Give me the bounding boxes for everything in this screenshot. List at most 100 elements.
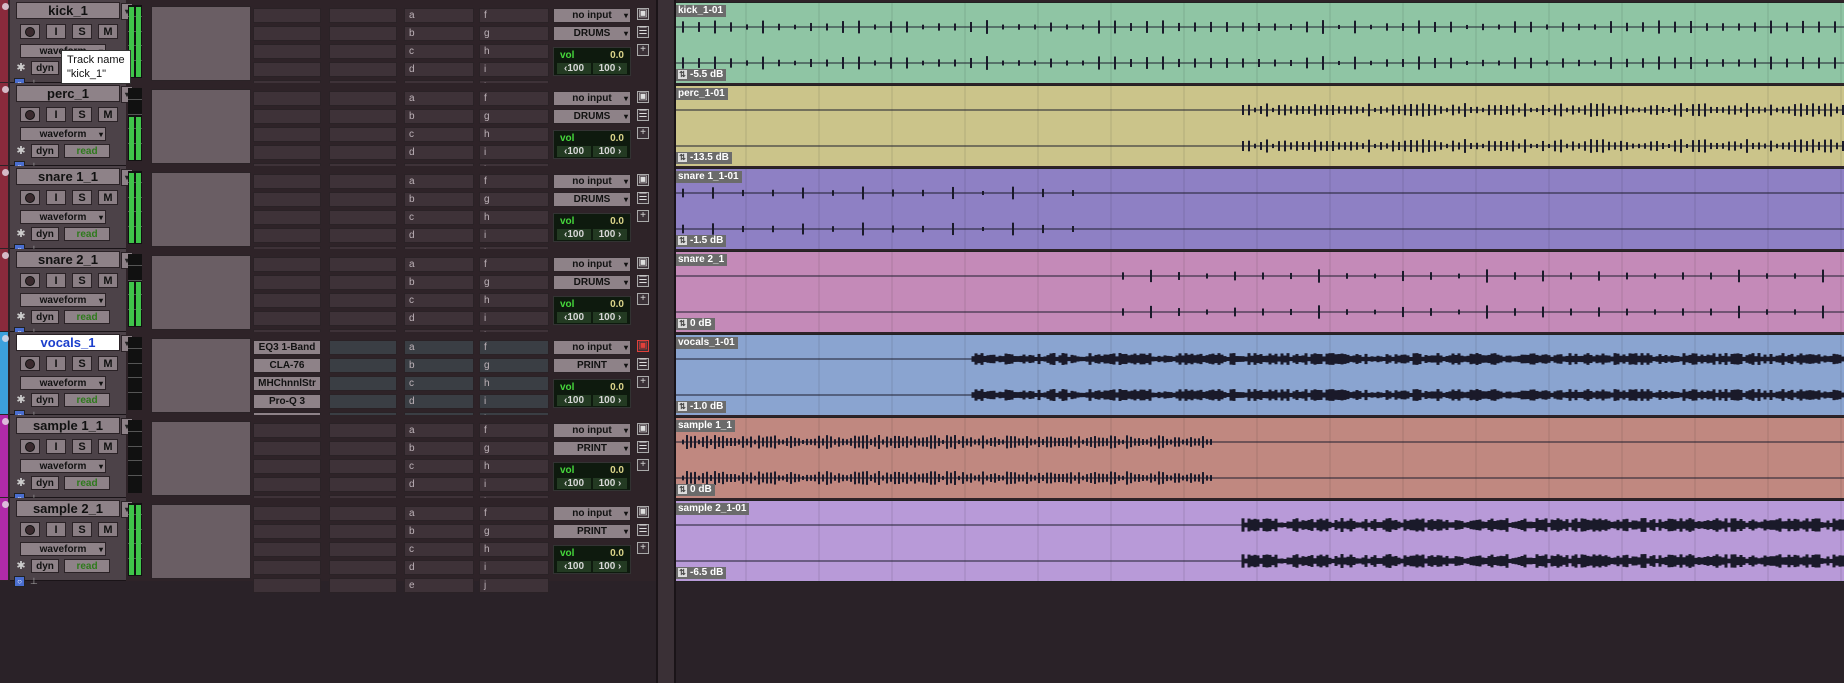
clip-gain[interactable]: ⇅ -13.5 dB [675, 152, 732, 164]
record-enable-button[interactable] [20, 522, 40, 537]
insert-slot[interactable] [253, 145, 321, 160]
clip-gain[interactable]: ⇅ -1.0 dB [675, 401, 727, 413]
send-b-slot[interactable]: d [404, 62, 474, 77]
insert-slot[interactable]: Pro-Q 3 [253, 394, 321, 409]
volume-value[interactable]: 0.0 [610, 465, 624, 476]
track-view-selector[interactable]: waveform ▾ [20, 542, 106, 556]
volume-pan-box[interactable]: vol 0.0 ‹100 100 › [553, 47, 631, 76]
solo-button[interactable]: S [72, 190, 92, 205]
pan-left-value[interactable]: ‹100 [557, 395, 591, 406]
pan-right-value[interactable]: 100 › [593, 478, 627, 489]
record-enable-button[interactable] [20, 107, 40, 122]
volume-value[interactable]: 0.0 [610, 216, 624, 227]
insert-slot[interactable]: MHChnnlStr [253, 376, 321, 391]
send-a-slot[interactable] [329, 459, 397, 474]
insert-slot[interactable] [253, 26, 321, 41]
insert-slot[interactable] [253, 506, 321, 521]
send-c-slot[interactable]: h [479, 293, 549, 308]
output-selector[interactable]: DRUMS ▾ [553, 192, 631, 207]
send-c-slot[interactable]: f [479, 8, 549, 23]
insert-slot[interactable] [253, 8, 321, 23]
elastic-audio-button[interactable]: dyn [31, 227, 59, 241]
send-b-slot[interactable]: b [404, 358, 474, 373]
send-a-slot[interactable] [329, 192, 397, 207]
record-enable-button[interactable] [20, 439, 40, 454]
send-a-slot[interactable] [329, 477, 397, 492]
comments-icon[interactable]: ☰ [637, 26, 649, 38]
send-b-slot[interactable]: a [404, 340, 474, 355]
send-b-slot[interactable]: d [404, 394, 474, 409]
input-selector[interactable]: no input ▾ [553, 340, 631, 355]
send-a-slot[interactable] [329, 293, 397, 308]
output-selector[interactable]: PRINT ▾ [553, 524, 631, 539]
track-select-dot[interactable] [2, 335, 9, 342]
track-view-selector[interactable]: waveform ▾ [20, 210, 106, 224]
send-c-slot[interactable]: f [479, 91, 549, 106]
insert-slot[interactable] [253, 62, 321, 77]
input-selector[interactable]: no input ▾ [553, 257, 631, 272]
audio-region[interactable]: snare 2_1 ⇅ 0 dB [673, 251, 1844, 333]
send-a-slot[interactable] [329, 26, 397, 41]
insert-slot[interactable] [253, 91, 321, 106]
track-name-field[interactable]: snare 1_1 ▾ [16, 168, 133, 186]
track-name-field[interactable]: sample 2_1 ▾ [16, 500, 133, 518]
clip-gain[interactable]: ⇅ -5.5 dB [675, 69, 727, 81]
volume-value[interactable]: 0.0 [610, 133, 624, 144]
input-monitor-icon[interactable]: ▣ [637, 174, 649, 186]
send-c-slot[interactable]: h [479, 376, 549, 391]
insert-slot[interactable] [253, 174, 321, 189]
solo-button[interactable]: S [72, 439, 92, 454]
track-view-selector[interactable]: waveform ▾ [20, 376, 106, 390]
send-c-slot[interactable]: h [479, 44, 549, 59]
mute-button[interactable]: M [98, 356, 118, 371]
insert-slot[interactable] [253, 228, 321, 243]
automation-mode-selector[interactable]: read [64, 393, 110, 407]
insert-slot[interactable] [253, 423, 321, 438]
insert-slot[interactable] [253, 293, 321, 308]
plus-icon[interactable]: + [637, 376, 649, 388]
insert-slot[interactable] [253, 257, 321, 272]
audio-region[interactable]: sample 2_1-01 ⇅ -6.5 dB [673, 500, 1844, 582]
pan-left-value[interactable]: ‹100 [557, 478, 591, 489]
track-comments-pane[interactable] [151, 89, 251, 164]
send-a-slot[interactable] [329, 109, 397, 124]
send-b-slot[interactable]: a [404, 423, 474, 438]
send-c-slot[interactable]: i [479, 62, 549, 77]
record-enable-button[interactable] [20, 24, 40, 39]
plus-icon[interactable]: + [637, 127, 649, 139]
send-b-slot[interactable]: d [404, 145, 474, 160]
timebase-icon[interactable]: ○ [14, 576, 25, 587]
track-view-selector[interactable]: waveform ▾ [20, 127, 106, 141]
send-a-slot[interactable] [329, 542, 397, 557]
send-a-slot[interactable] [329, 340, 397, 355]
pan-left-value[interactable]: ‹100 [557, 63, 591, 74]
elastic-audio-button[interactable]: dyn [31, 61, 59, 75]
send-b-slot[interactable]: d [404, 311, 474, 326]
edit-window-divider[interactable] [656, 0, 676, 683]
track-select-dot[interactable] [2, 501, 9, 508]
record-enable-button[interactable] [20, 356, 40, 371]
input-monitor-icon[interactable]: ▣ [637, 506, 649, 518]
track-select-dot[interactable] [2, 86, 9, 93]
playlist-icon[interactable]: ⊥ [30, 576, 38, 587]
insert-slot[interactable] [253, 459, 321, 474]
track-comments-pane[interactable] [151, 255, 251, 330]
insert-slot[interactable] [253, 560, 321, 575]
send-a-slot[interactable] [329, 311, 397, 326]
send-c-slot[interactable]: i [479, 311, 549, 326]
input-monitor-button[interactable]: I [46, 190, 66, 205]
send-a-slot[interactable] [329, 358, 397, 373]
track-comments-pane[interactable] [151, 421, 251, 496]
send-b-slot[interactable]: d [404, 560, 474, 575]
send-b-slot[interactable]: a [404, 506, 474, 521]
send-b-slot[interactable]: b [404, 109, 474, 124]
plus-icon[interactable]: + [637, 459, 649, 471]
volume-value[interactable]: 0.0 [610, 50, 624, 61]
send-a-slot[interactable] [329, 441, 397, 456]
track-name-field[interactable]: vocals_1 ▾ [16, 334, 133, 352]
track-comments-pane[interactable] [151, 504, 251, 579]
send-a-slot[interactable] [329, 506, 397, 521]
volume-pan-box[interactable]: vol 0.0 ‹100 100 › [553, 296, 631, 325]
send-b-slot[interactable]: c [404, 459, 474, 474]
send-c-slot[interactable]: j [479, 578, 549, 593]
